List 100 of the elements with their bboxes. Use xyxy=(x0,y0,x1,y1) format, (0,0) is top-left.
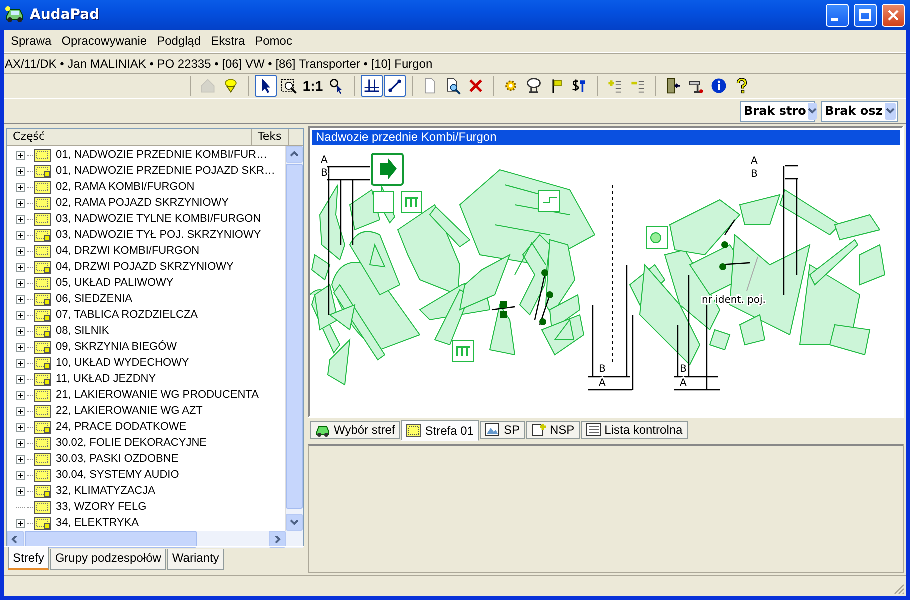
dimension-label: A xyxy=(751,156,758,167)
tree-item[interactable]: 33, WZORY FELG xyxy=(56,500,147,514)
tree-item[interactable]: 21, LAKIEROWANIE WG PRODUCENTA xyxy=(56,388,259,402)
maximize-button[interactable] xyxy=(854,4,877,26)
expand-icon[interactable] xyxy=(16,246,25,256)
expand-icon[interactable] xyxy=(16,214,25,224)
diagonal-line-button[interactable] xyxy=(384,75,406,97)
close-icon xyxy=(887,8,900,22)
zone-marked-icon xyxy=(34,516,51,530)
zone-marked-icon xyxy=(34,164,51,178)
tree-item[interactable]: 30.04, SYSTEMY AUDIO xyxy=(56,468,180,482)
expand-icon[interactable] xyxy=(16,230,25,240)
menu-item[interactable]: Sprawa xyxy=(6,32,57,50)
panel-tab[interactable]: Grupy podzespołów xyxy=(50,549,166,570)
dimension-label: A xyxy=(321,155,328,166)
tree-item[interactable]: 24, PRACE DODATKOWE xyxy=(56,420,187,434)
expand-icon[interactable] xyxy=(16,150,25,160)
zone-marked-icon xyxy=(34,324,51,338)
menu-item[interactable]: Opracowywanie xyxy=(56,32,152,50)
actual-size-button[interactable]: 1:1 xyxy=(301,75,325,97)
car-icon xyxy=(5,6,25,24)
filter-dropdown[interactable]: Brak osz xyxy=(821,100,898,122)
menu-item[interactable]: Ekstra xyxy=(206,32,250,50)
zone-icon xyxy=(34,196,51,210)
dimension-label: B xyxy=(680,364,687,375)
house-icon xyxy=(199,77,217,95)
tree-item[interactable]: 02, RAMA KOMBI/FURGON xyxy=(56,180,195,194)
expand-icon[interactable] xyxy=(16,374,25,384)
expand-icon[interactable] xyxy=(16,198,25,208)
panel-tab[interactable]: Strefy xyxy=(8,547,50,570)
expand-icon[interactable] xyxy=(16,166,25,176)
chevron-down-icon xyxy=(808,108,818,114)
column-header[interactable]: Część xyxy=(7,129,252,145)
tree-item[interactable]: 02, RAMA POJAZD SKRZYNIOWY xyxy=(56,196,229,210)
view-tab[interactable]: Lista kontrolna xyxy=(580,421,688,439)
tree-item[interactable]: 30.03, PASKI OZDOBNE xyxy=(56,452,179,466)
expand-icon[interactable] xyxy=(16,518,25,528)
tree-item[interactable]: 10, UKŁAD WYDECHOWY xyxy=(56,356,190,370)
grid-lines-button[interactable] xyxy=(361,75,383,97)
tree-item[interactable]: 05, UKŁAD PALIWOWY xyxy=(56,276,174,290)
tree-item[interactable]: 30.02, FOLIE DEKORACYJNE xyxy=(56,436,207,450)
zone-marked-icon xyxy=(34,356,51,370)
picture-icon xyxy=(484,423,501,437)
expand-icon[interactable] xyxy=(16,326,25,336)
tree-item[interactable]: 11, UKŁAD JEZDNY xyxy=(56,372,156,386)
zone-icon xyxy=(34,436,51,450)
horizontal-scrollbar[interactable] xyxy=(7,531,303,548)
expand-icon[interactable] xyxy=(16,262,25,272)
lightbulb-icon xyxy=(222,77,240,95)
expand-icon[interactable] xyxy=(16,310,25,320)
tree-item[interactable]: 03, NADWOZIE TYŁ POJ. SKRZYNIOWY xyxy=(56,228,262,242)
view-tab[interactable]: NSP xyxy=(526,421,580,439)
menu-item[interactable]: Pomoc xyxy=(250,32,298,50)
zone-icon xyxy=(406,424,422,438)
expand-icon[interactable] xyxy=(16,422,25,432)
expand-icon[interactable] xyxy=(16,294,25,304)
delete-icon xyxy=(467,77,485,95)
zone-icon xyxy=(34,500,51,514)
tree-item[interactable]: 09, SKRZYNIA BIEGÓW xyxy=(56,340,178,354)
minimize-button[interactable] xyxy=(826,4,849,26)
document-search-icon xyxy=(444,77,462,95)
maximize-icon xyxy=(859,8,872,22)
tree-item[interactable]: 32, KLIMATYZACJA xyxy=(56,484,156,498)
expand-icon[interactable] xyxy=(16,358,25,368)
minimize-icon xyxy=(831,18,838,20)
tree-item[interactable]: 01, NADWOZIE PRZEDNIE POJAZD SKR… xyxy=(56,164,276,178)
view-tab[interactable]: Strefa 01 xyxy=(401,420,479,441)
tree-item[interactable]: 08, SILNIK xyxy=(56,324,110,338)
tree-item[interactable]: 04, DRZWI POJAZD SKRZYNIOWY xyxy=(56,260,234,274)
tree-item[interactable]: 06, SIEDZENIA xyxy=(56,292,132,306)
expand-icon[interactable] xyxy=(16,278,25,288)
grid-lines-icon xyxy=(363,77,381,95)
zone-marked-icon xyxy=(34,260,51,274)
expand-icon[interactable] xyxy=(16,390,25,400)
tree-item[interactable]: 01, NADWOZIE PRZEDNIE KOMBI/FUR… xyxy=(56,148,268,162)
view-tab[interactable]: Wybór stref xyxy=(310,421,400,439)
tree-item[interactable]: 22, LAKIEROWANIE WG AZT xyxy=(56,404,203,418)
expand-icon[interactable] xyxy=(16,470,25,480)
tree-item[interactable]: 03, NADWOZIE TYLNE KOMBI/FURGON xyxy=(56,212,262,226)
view-tab[interactable]: SP xyxy=(480,421,525,439)
document-add-icon xyxy=(530,423,547,437)
tree-item[interactable]: 07, TABLICA ROZDZIELCZA xyxy=(56,308,198,322)
expand-icon[interactable] xyxy=(16,342,25,352)
tree-item[interactable]: 34, ELEKTRYKA xyxy=(56,516,139,530)
exit-door-icon xyxy=(664,77,682,95)
panel-tab[interactable]: Warianty xyxy=(167,549,224,570)
expand-icon[interactable] xyxy=(16,454,25,464)
dimension-label: B xyxy=(599,364,606,375)
filter-dropdown[interactable]: Brak stro xyxy=(740,100,815,122)
expand-icon[interactable] xyxy=(16,406,25,416)
close-button[interactable] xyxy=(882,4,905,26)
column-header[interactable]: Teks xyxy=(252,129,289,145)
menu-item[interactable]: Podgląd xyxy=(152,32,206,50)
pointer-button[interactable] xyxy=(255,75,277,97)
vertical-scrollbar[interactable] xyxy=(285,146,303,531)
expand-icon[interactable] xyxy=(16,486,25,496)
info-icon xyxy=(710,77,728,95)
expand-icon[interactable] xyxy=(16,438,25,448)
tree-item[interactable]: 04, DRZWI KOMBI/FURGON xyxy=(56,244,200,258)
expand-icon[interactable] xyxy=(16,182,25,192)
